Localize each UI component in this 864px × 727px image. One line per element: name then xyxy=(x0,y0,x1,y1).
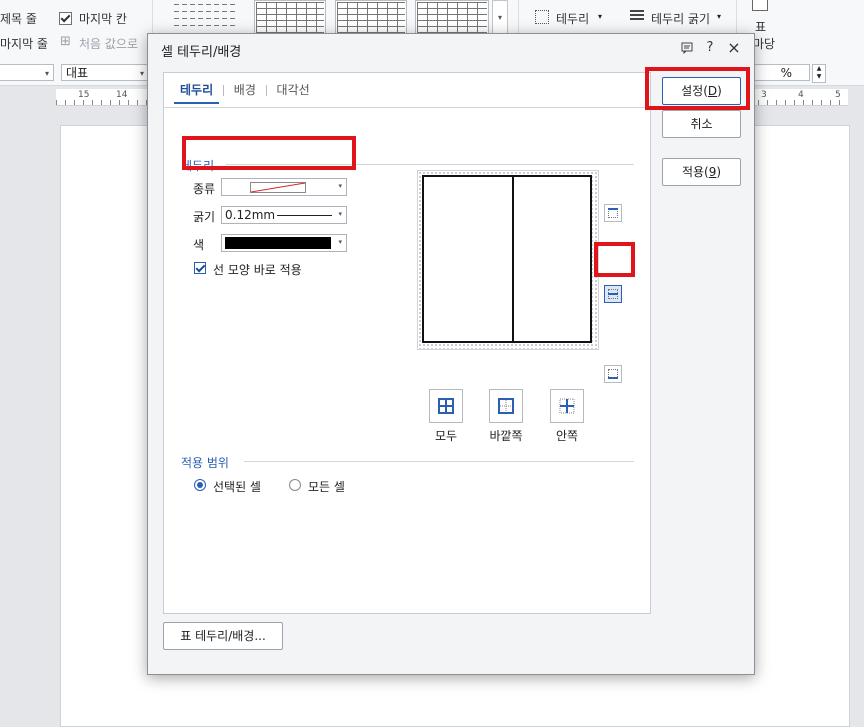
ok-button-shortcut: D xyxy=(707,84,718,98)
dialog-titlebar[interactable]: 셀 테두리/배경 ? × xyxy=(148,34,754,62)
table-style-grid-2[interactable] xyxy=(335,0,407,35)
scope-all-cells-label: 모든 셀 xyxy=(308,480,345,494)
line-weight-preview xyxy=(277,215,332,216)
scope-group-label: 적용 범위 xyxy=(181,456,229,470)
all-borders-button[interactable] xyxy=(429,389,463,423)
last-column-checkbox[interactable] xyxy=(59,12,72,25)
outer-borders-icon xyxy=(498,398,514,414)
chevron-down-icon: ▾ xyxy=(717,12,722,21)
style-combo-value: 대표 xyxy=(66,66,89,80)
border-dropdown-button[interactable]: 테두리 xyxy=(556,10,589,27)
ruler-number: 4 xyxy=(798,90,804,100)
scope-all-cells-radio[interactable] xyxy=(289,479,301,491)
tab-border[interactable]: 테두리 xyxy=(174,81,220,104)
all-borders-label: 모두 xyxy=(434,429,458,443)
inner-borders-button[interactable] xyxy=(550,389,584,423)
border-icon xyxy=(535,10,549,24)
border-weight-icon xyxy=(630,10,644,22)
tab-background[interactable]: 배경 xyxy=(228,81,262,98)
line-weight-value: 0.12mm xyxy=(225,208,276,222)
scope-selected-cells-label: 선택된 셀 xyxy=(213,480,261,494)
line-type-label: 종류 xyxy=(193,182,216,196)
table-style-more-button[interactable]: ▾ xyxy=(492,0,508,35)
line-weight-label: 굵기 xyxy=(193,210,216,224)
table-style-grid-3[interactable] xyxy=(415,0,489,35)
line-color-label: 색 xyxy=(193,238,205,252)
font-combo[interactable]: ▾ xyxy=(0,64,54,81)
border-weight-dropdown-button[interactable]: 테두리 굵기 xyxy=(651,10,710,27)
last-column-label[interactable]: 마지막 칸 xyxy=(79,10,127,27)
ruler-number: 3 xyxy=(761,90,767,100)
group-divider xyxy=(226,164,634,165)
group-divider xyxy=(244,461,634,462)
apply-button-label: 적용 xyxy=(681,165,705,179)
reset-to-default-label[interactable]: 처음 값으로 xyxy=(79,35,138,52)
line-color-swatch xyxy=(225,237,331,249)
chevron-down-icon: ▾ xyxy=(598,12,603,21)
table-icon xyxy=(752,0,768,11)
ribbon-last-row-label[interactable]: 마지막 줄 xyxy=(0,35,48,52)
inner-horizontal-border-button[interactable] xyxy=(604,285,622,303)
bottom-border-button[interactable] xyxy=(604,365,622,383)
ruler-number: 14 xyxy=(116,90,128,100)
apply-button[interactable]: 적용(9) xyxy=(662,158,741,186)
inner-borders-icon xyxy=(559,398,575,414)
line-type-preview xyxy=(250,182,306,193)
help-button[interactable]: ? xyxy=(701,39,719,57)
line-weight-dropdown[interactable]: 0.12mm ▾ xyxy=(221,206,347,224)
border-settings-panel: 테두리 배경 대각선 테두리 종류 ▾ 굵기 0.12mm ▾ 색 ▾ 선 모양… xyxy=(163,72,651,614)
table-button-sub-label[interactable]: 마당 xyxy=(753,35,775,52)
close-button[interactable]: × xyxy=(725,39,743,57)
zoom-unit: % xyxy=(780,66,792,80)
table-style-dashed[interactable] xyxy=(172,0,240,33)
zoom-spinner[interactable]: ▲ ▼ xyxy=(812,64,826,83)
zoom-combo[interactable]: % xyxy=(754,64,810,81)
ruler-number: 15 xyxy=(78,90,90,100)
ok-button[interactable]: 설정(D) xyxy=(662,77,741,105)
outer-borders-label: 바깥쪽 xyxy=(489,429,523,443)
border-preview[interactable] xyxy=(417,170,599,350)
all-borders-icon xyxy=(438,398,454,414)
tab-divider xyxy=(164,107,650,108)
dialog-title: 셀 테두리/배경 xyxy=(161,45,242,60)
apply-shape-checkbox[interactable] xyxy=(194,262,206,274)
comment-icon[interactable] xyxy=(678,39,696,57)
table-button-label[interactable]: 표 xyxy=(755,18,766,35)
tab-strip: 테두리 배경 대각선 xyxy=(174,81,316,104)
apply-button-shortcut: 9 xyxy=(708,165,717,179)
top-border-button[interactable] xyxy=(604,204,622,222)
reset-icon: ⊞ xyxy=(60,34,71,49)
ok-button-label: 설정 xyxy=(681,84,704,98)
tab-diagonal[interactable]: 대각선 xyxy=(271,81,316,98)
preview-table xyxy=(422,175,592,343)
table-border-background-button[interactable]: 표 테두리/배경... xyxy=(163,622,283,650)
inner-borders-label: 안쪽 xyxy=(555,429,579,443)
chevron-down-icon: ▾ xyxy=(338,210,342,218)
preview-inner-line xyxy=(512,177,514,341)
cell-border-dialog: 셀 테두리/배경 ? × 테두리 배경 대각선 테두리 종류 ▾ 굵기 0.12… xyxy=(147,33,755,675)
apply-shape-label: 선 모양 바로 적용 xyxy=(213,263,302,277)
line-type-dropdown[interactable]: ▾ xyxy=(221,178,347,196)
table-style-grid-1[interactable] xyxy=(254,0,326,35)
cancel-button[interactable]: 취소 xyxy=(662,110,741,138)
outer-borders-button[interactable] xyxy=(489,389,523,423)
ruler-number: 5 xyxy=(835,90,841,100)
chevron-down-icon: ▾ xyxy=(338,182,342,190)
line-color-dropdown[interactable]: ▾ xyxy=(221,234,347,252)
chevron-down-icon: ▾ xyxy=(338,238,342,246)
scope-selected-cells-radio[interactable] xyxy=(194,479,206,491)
border-group-label: 테두리 xyxy=(181,159,215,173)
ribbon-title-row-label[interactable]: 제목 줄 xyxy=(0,10,37,27)
style-combo[interactable]: 대표 ▾ xyxy=(61,64,149,81)
